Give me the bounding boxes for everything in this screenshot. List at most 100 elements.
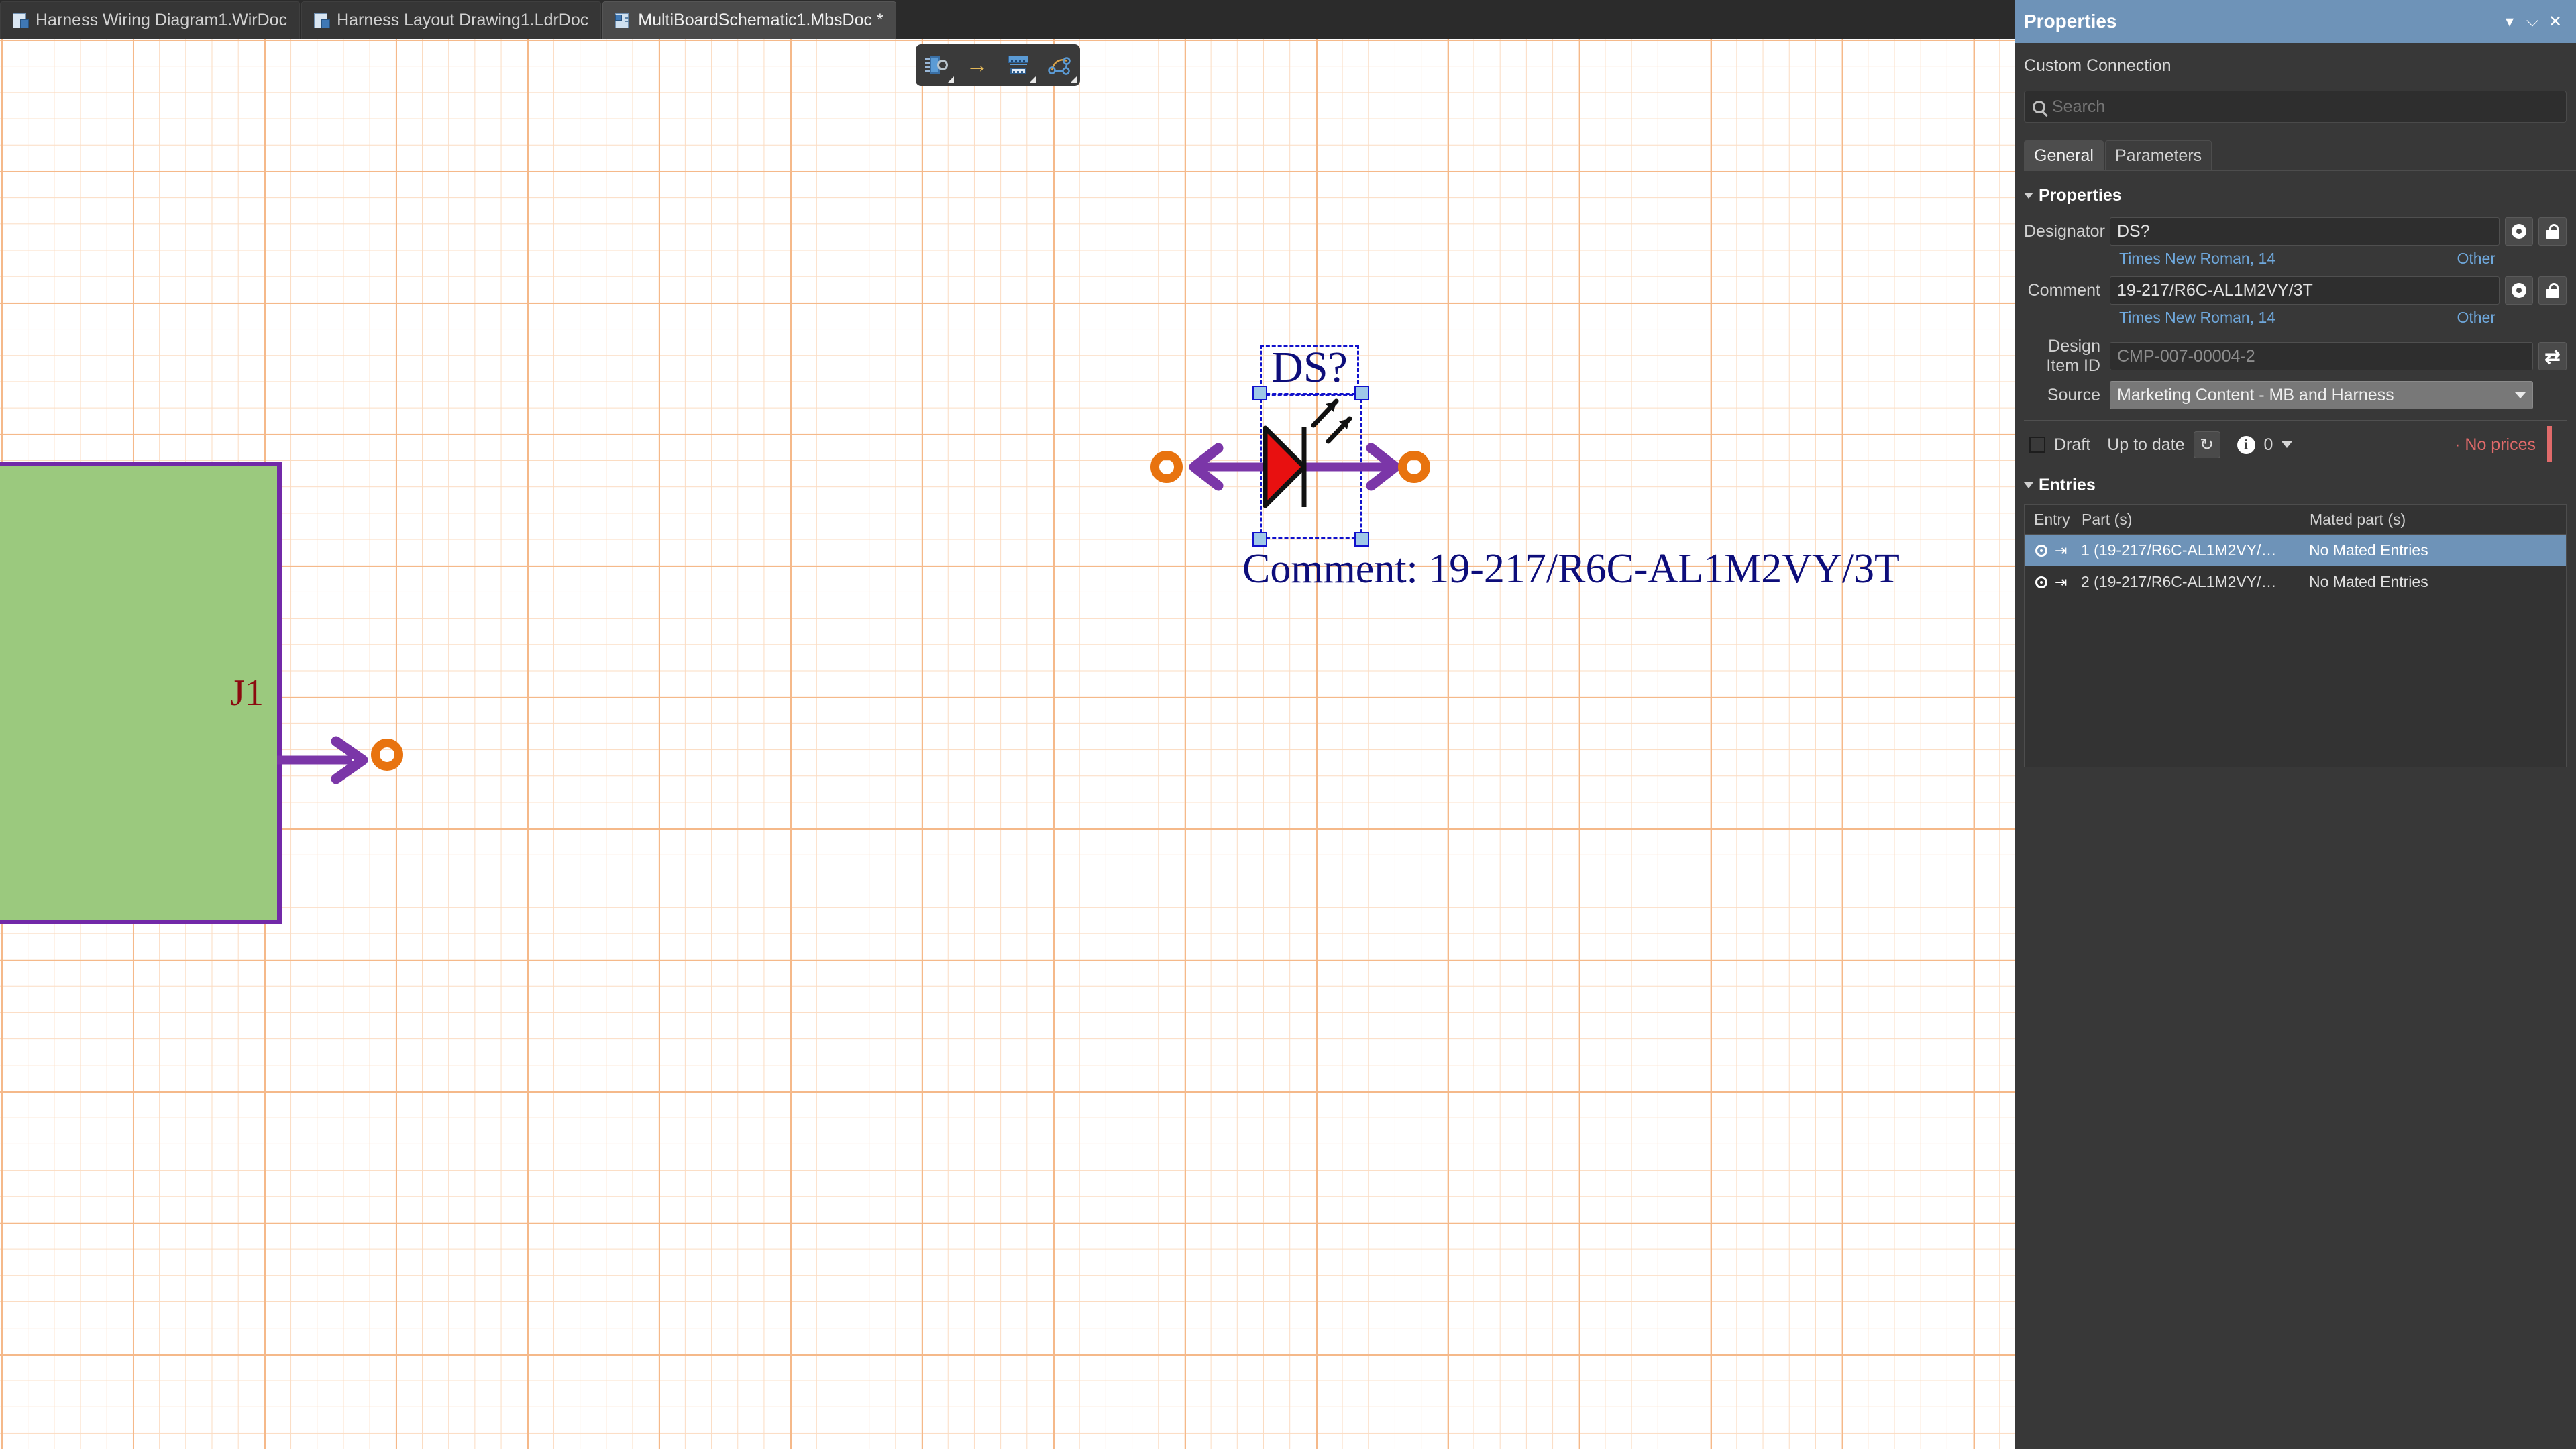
designator-lock-button[interactable] bbox=[2538, 217, 2567, 246]
tab-label: Harness Layout Drawing1.LdrDoc bbox=[337, 11, 589, 30]
table-row[interactable]: ⇥ 1 (19-217/R6C-AL1M2VY/… No Mated Entri… bbox=[2025, 535, 2566, 566]
design-item-id-swap-button[interactable]: ⇄ bbox=[2538, 342, 2567, 370]
goto-arrow-icon[interactable]: ⇥ bbox=[2055, 574, 2067, 590]
selection-handle-top-right[interactable] bbox=[1354, 386, 1369, 400]
comment-label: Comment bbox=[2027, 280, 2100, 300]
chevron-down-icon[interactable] bbox=[2282, 441, 2293, 448]
designator-other-link[interactable]: Other bbox=[2457, 250, 2496, 268]
designator-font-link[interactable]: Times New Roman, 14 bbox=[2119, 250, 2276, 268]
eye-icon bbox=[2512, 283, 2526, 298]
up-to-date-label: Up to date bbox=[2107, 435, 2185, 454]
unlock-icon bbox=[2546, 224, 2559, 239]
column-header-mated-parts: Mated part (s) bbox=[2300, 511, 2566, 529]
section-label: Entries bbox=[2039, 476, 2096, 494]
source-dropdown[interactable]: Marketing Content - MB and Harness bbox=[2110, 381, 2533, 409]
source-row: Source Marketing Content - MB and Harnes… bbox=[2024, 381, 2567, 409]
goto-arrow-icon[interactable]: ⇥ bbox=[2055, 543, 2067, 558]
design-item-id-field[interactable]: CMP-007-00004-2 bbox=[2110, 342, 2533, 370]
component-comment-label[interactable]: Comment: 19-217/R6C-AL1M2VY/3T bbox=[1242, 542, 1900, 596]
panel-dropdown-icon[interactable]: ▾ bbox=[2498, 12, 2521, 32]
column-header-parts: Part (s) bbox=[2072, 511, 2300, 529]
entries-table-header: Entry Part (s) Mated part (s) bbox=[2025, 505, 2566, 535]
place-harness-button[interactable] bbox=[1038, 44, 1079, 86]
terminal-dot-led-right[interactable] bbox=[1398, 451, 1430, 483]
panel-tab-strip: General Parameters bbox=[2024, 140, 2576, 171]
terminal-dot-j1[interactable] bbox=[371, 739, 403, 771]
selection-handle-top-left[interactable] bbox=[1252, 386, 1267, 400]
tab-label: Harness Wiring Diagram1.WirDoc bbox=[36, 11, 288, 30]
comment-visibility-button[interactable] bbox=[2505, 276, 2533, 305]
tab-label: MultiBoardSchematic1.MbsDoc * bbox=[638, 11, 883, 30]
table-row[interactable]: ⇥ 2 (19-217/R6C-AL1M2VY/… No Mated Entri… bbox=[2025, 566, 2566, 598]
comment-lock-button[interactable] bbox=[2538, 276, 2567, 305]
eye-icon bbox=[2512, 224, 2526, 239]
place-arrow-icon: → bbox=[965, 52, 989, 78]
designator-row: Designator DS? bbox=[2024, 217, 2567, 246]
design-item-id-row: Design Item ID CMP-007-00004-2 ⇄ bbox=[2024, 337, 2567, 376]
comment-font-row: Times New Roman, 14 Other bbox=[2024, 309, 2567, 327]
info-count: 0 bbox=[2263, 435, 2273, 454]
status-row: Draft Up to date ↻ i 0 · No prices bbox=[2029, 426, 2567, 462]
visibility-dot-icon[interactable] bbox=[2035, 544, 2047, 557]
source-label: Source bbox=[2047, 385, 2100, 405]
properties-panel-titlebar: Properties ▾ ⌵ ✕ bbox=[2015, 0, 2576, 43]
board-label: J1 bbox=[230, 672, 264, 714]
tab-parameters[interactable]: Parameters bbox=[2104, 140, 2212, 170]
search-input[interactable] bbox=[2052, 97, 2558, 117]
refresh-icon: ↻ bbox=[2200, 435, 2214, 454]
design-item-id-label: Design Item ID bbox=[2046, 337, 2100, 375]
section-label: Properties bbox=[2039, 186, 2122, 205]
tab-harness-layout-drawing[interactable]: Harness Layout Drawing1.LdrDoc bbox=[301, 1, 602, 39]
chevron-down-icon[interactable] bbox=[1030, 76, 1036, 83]
chevron-down-icon[interactable] bbox=[948, 76, 954, 83]
place-component-button[interactable] bbox=[916, 44, 957, 86]
properties-panel: Properties ▾ ⌵ ✕ Custom Connection Gener… bbox=[2015, 0, 2576, 1449]
cell-mated-part: No Mated Entries bbox=[2309, 541, 2428, 559]
refresh-button[interactable]: ↻ bbox=[2193, 431, 2220, 458]
place-component-icon bbox=[924, 55, 948, 75]
schematic-canvas[interactable]: → J1 DS? Comment: 19-217/R6C-AL1M2VY/3T bbox=[0, 39, 2015, 1449]
draft-label: Draft bbox=[2054, 435, 2091, 454]
search-box[interactable] bbox=[2024, 91, 2567, 123]
tab-general[interactable]: General bbox=[2024, 140, 2104, 170]
place-arrow-button[interactable]: → bbox=[957, 44, 998, 86]
designator-visibility-button[interactable] bbox=[2505, 217, 2533, 246]
tab-harness-wiring-diagram[interactable]: Harness Wiring Diagram1.WirDoc bbox=[0, 1, 301, 39]
wiring-doc-icon bbox=[11, 13, 29, 29]
cell-mated-part: No Mated Entries bbox=[2309, 573, 2428, 590]
swap-icon: ⇄ bbox=[2544, 345, 2561, 367]
designator-label: Designator bbox=[2024, 221, 2105, 241]
source-value: Marketing Content - MB and Harness bbox=[2117, 385, 2394, 405]
visibility-dot-icon[interactable] bbox=[2035, 576, 2047, 588]
chevron-down-icon[interactable] bbox=[1071, 76, 1077, 83]
designator-field[interactable]: DS? bbox=[2110, 217, 2500, 246]
properties-section-header[interactable]: Properties bbox=[2024, 186, 2576, 205]
draft-checkbox[interactable] bbox=[2029, 437, 2045, 453]
board-block[interactable]: J1 bbox=[0, 462, 282, 924]
comment-other-link[interactable]: Other bbox=[2457, 309, 2496, 327]
entries-section-header[interactable]: Entries bbox=[2024, 476, 2576, 495]
layout-doc-icon bbox=[313, 13, 331, 29]
column-header-entry: Entry bbox=[2034, 511, 2070, 528]
designator-font-row: Times New Roman, 14 Other bbox=[2024, 250, 2567, 268]
panel-close-icon[interactable]: ✕ bbox=[2544, 12, 2567, 32]
comment-field[interactable]: 19-217/R6C-AL1M2VY/3T bbox=[2110, 276, 2500, 305]
no-prices-status: · No prices bbox=[2455, 435, 2536, 454]
panel-title: Properties bbox=[2024, 11, 2117, 32]
place-connector-icon bbox=[1007, 55, 1030, 75]
search-icon bbox=[2033, 100, 2045, 113]
collapse-triangle-icon bbox=[2024, 193, 2033, 199]
cell-part: 2 (19-217/R6C-AL1M2VY/… bbox=[2081, 573, 2277, 590]
properties-form: Designator DS? Times New Roman, 14 Other… bbox=[2024, 217, 2567, 409]
floating-placement-toolbar: → bbox=[916, 44, 1080, 86]
terminal-dot-led-left[interactable] bbox=[1150, 451, 1183, 483]
panel-pin-icon[interactable]: ⌵ bbox=[2521, 12, 2544, 31]
unlock-icon bbox=[2546, 283, 2559, 298]
cell-part: 1 (19-217/R6C-AL1M2VY/… bbox=[2081, 541, 2277, 559]
entries-table[interactable]: Entry Part (s) Mated part (s) ⇥ 1 (19-21… bbox=[2024, 504, 2567, 767]
comment-font-link[interactable]: Times New Roman, 14 bbox=[2119, 309, 2276, 327]
tab-multiboard-schematic[interactable]: MultiBoardSchematic1.MbsDoc * bbox=[602, 1, 896, 39]
panel-subtitle: Custom Connection bbox=[2024, 56, 2171, 75]
chevron-down-icon bbox=[2515, 392, 2526, 398]
place-connector-button[interactable] bbox=[998, 44, 1038, 86]
